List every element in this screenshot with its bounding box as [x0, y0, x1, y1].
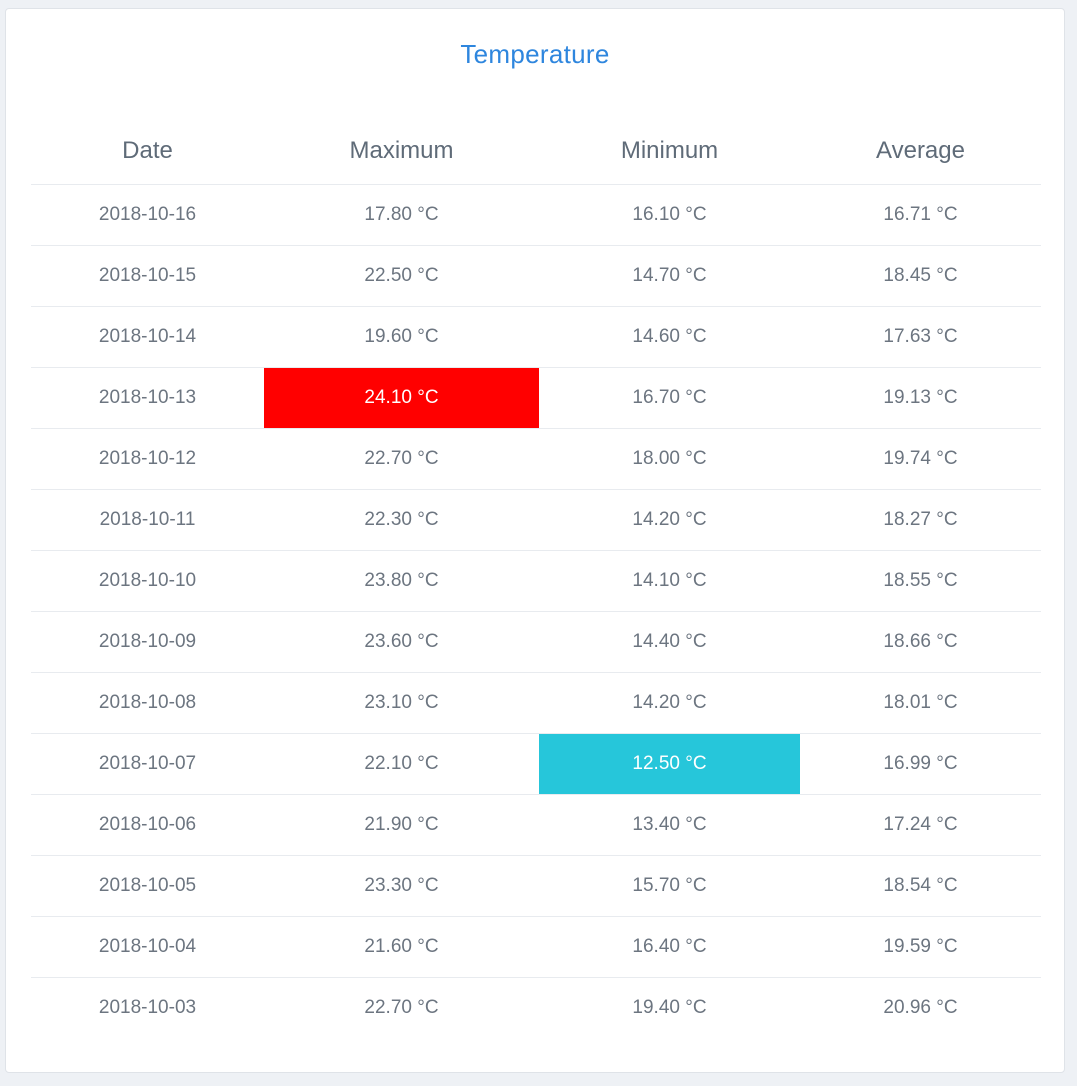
cell-date: 2018-10-15: [31, 245, 264, 307]
cell-maximum: 22.70 °C: [264, 428, 539, 490]
cell-maximum: 23.10 °C: [264, 672, 539, 734]
column-header-minimum: Minimum: [620, 136, 719, 164]
cell-average: 18.54 °C: [800, 855, 1041, 917]
cell-average: 19.74 °C: [800, 428, 1041, 490]
cell-average: 16.99 °C: [800, 733, 1041, 795]
cell-average: 16.71 °C: [800, 184, 1041, 246]
cell-average: 17.63 °C: [800, 306, 1041, 368]
cell-maximum: 22.70 °C: [264, 977, 539, 1038]
cell-date: 2018-10-16: [31, 184, 264, 246]
table-row: 2018-10-16 17.80 °C 16.10 °C 16.71 °C: [31, 184, 1041, 246]
cell-date: 2018-10-10: [31, 550, 264, 612]
cell-minimum: 19.40 °C: [539, 977, 800, 1038]
table-row: 2018-10-15 22.50 °C 14.70 °C 18.45 °C: [31, 245, 1041, 307]
table-row: 2018-10-10 23.80 °C 14.10 °C 18.55 °C: [31, 550, 1041, 612]
table-row: 2018-10-03 22.70 °C 19.40 °C 20.96 °C: [31, 977, 1041, 1038]
cell-minimum: 16.70 °C: [539, 367, 800, 429]
page-title: Temperature: [460, 39, 610, 69]
cell-average: 19.59 °C: [800, 916, 1041, 978]
cell-minimum: 15.70 °C: [539, 855, 800, 917]
cell-date: 2018-10-12: [31, 428, 264, 490]
table-row: 2018-10-05 23.30 °C 15.70 °C 18.54 °C: [31, 855, 1041, 917]
cell-minimum: 14.20 °C: [539, 672, 800, 734]
cell-date: 2018-10-09: [31, 611, 264, 673]
table-row: 2018-10-07 22.10 °C 12.50 °C 16.99 °C: [31, 733, 1041, 795]
table-row: 2018-10-12 22.70 °C 18.00 °C 19.74 °C: [31, 428, 1041, 490]
table-header-row: Date Maximum Minimum Average: [31, 117, 1041, 185]
column-header-maximum: Maximum: [349, 136, 454, 164]
cell-date: 2018-10-11: [31, 489, 264, 551]
cell-maximum: 22.30 °C: [264, 489, 539, 551]
cell-average: 19.13 °C: [800, 367, 1041, 429]
cell-average: 17.24 °C: [800, 794, 1041, 856]
cell-date: 2018-10-07: [31, 733, 264, 795]
cell-maximum: 23.60 °C: [264, 611, 539, 673]
cell-minimum-lowest: 12.50 °C: [539, 733, 800, 795]
cell-date: 2018-10-06: [31, 794, 264, 856]
cell-maximum: 17.80 °C: [264, 184, 539, 246]
table-row: 2018-10-04 21.60 °C 16.40 °C 19.59 °C: [31, 916, 1041, 978]
cell-minimum: 18.00 °C: [539, 428, 800, 490]
cell-minimum: 14.70 °C: [539, 245, 800, 307]
cell-average: 18.45 °C: [800, 245, 1041, 307]
cell-average: 18.66 °C: [800, 611, 1041, 673]
cell-minimum: 13.40 °C: [539, 794, 800, 856]
cell-date: 2018-10-05: [31, 855, 264, 917]
temperature-card: Temperature Date Maximum Minimum Average…: [5, 8, 1065, 1073]
cell-minimum: 14.20 °C: [539, 489, 800, 551]
cell-date: 2018-10-13: [31, 367, 264, 429]
cell-date: 2018-10-04: [31, 916, 264, 978]
cell-date: 2018-10-14: [31, 306, 264, 368]
column-header-date: Date: [122, 136, 173, 164]
cell-minimum: 14.40 °C: [539, 611, 800, 673]
table-row: 2018-10-09 23.60 °C 14.40 °C 18.66 °C: [31, 611, 1041, 673]
cell-minimum: 16.40 °C: [539, 916, 800, 978]
cell-minimum: 14.60 °C: [539, 306, 800, 368]
cell-maximum: 21.60 °C: [264, 916, 539, 978]
cell-average: 18.55 °C: [800, 550, 1041, 612]
cell-maximum: 23.80 °C: [264, 550, 539, 612]
cell-average: 18.27 °C: [800, 489, 1041, 551]
column-header-average: Average: [876, 136, 965, 164]
cell-maximum: 22.50 °C: [264, 245, 539, 307]
cell-date: 2018-10-08: [31, 672, 264, 734]
cell-date: 2018-10-03: [31, 977, 264, 1038]
cell-maximum: 19.60 °C: [264, 306, 539, 368]
cell-minimum: 14.10 °C: [539, 550, 800, 612]
cell-maximum: 21.90 °C: [264, 794, 539, 856]
temperature-table: Date Maximum Minimum Average 2018-10-16 …: [31, 117, 1041, 1038]
cell-maximum: 22.10 °C: [264, 733, 539, 795]
table-row: 2018-10-14 19.60 °C 14.60 °C 17.63 °C: [31, 306, 1041, 368]
cell-minimum: 16.10 °C: [539, 184, 800, 246]
table-row: 2018-10-11 22.30 °C 14.20 °C 18.27 °C: [31, 489, 1041, 551]
cell-maximum: 23.30 °C: [264, 855, 539, 917]
cell-average: 20.96 °C: [800, 977, 1041, 1038]
cell-average: 18.01 °C: [800, 672, 1041, 734]
table-row: 2018-10-08 23.10 °C 14.20 °C 18.01 °C: [31, 672, 1041, 734]
table-row: 2018-10-06 21.90 °C 13.40 °C 17.24 °C: [31, 794, 1041, 856]
table-row: 2018-10-13 24.10 °C 16.70 °C 19.13 °C: [31, 367, 1041, 429]
cell-maximum-highest: 24.10 °C: [264, 367, 539, 429]
